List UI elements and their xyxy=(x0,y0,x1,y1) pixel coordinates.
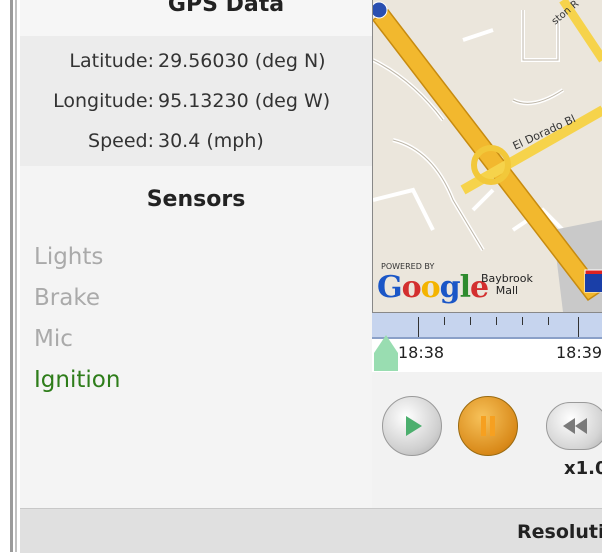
playback-controls: x1.0 xyxy=(372,372,602,508)
timeline-tick xyxy=(418,317,419,337)
timeline[interactable]: 18:38 18:39 xyxy=(372,313,602,371)
speed-value: 30.4 (mph) xyxy=(158,130,264,152)
timeline-tick xyxy=(470,317,471,325)
info-panel: GPS Data Latitude: 29.56030 (deg N) Long… xyxy=(20,0,372,508)
sensor-ignition: Ignition xyxy=(34,367,121,393)
timeline-track[interactable] xyxy=(372,313,602,339)
border-line xyxy=(10,0,13,552)
window-left-border xyxy=(0,0,20,552)
timeline-tick xyxy=(496,317,497,325)
sensor-brake: Brake xyxy=(34,285,100,311)
pause-icon xyxy=(481,416,495,436)
timeline-tick xyxy=(444,317,445,325)
status-bar: Resolution xyxy=(20,508,602,553)
time-label-2: 18:39 xyxy=(556,343,602,362)
longitude-label: Longitude: xyxy=(53,90,154,112)
play-button[interactable] xyxy=(382,396,442,456)
pause-button[interactable] xyxy=(458,396,518,456)
resolution-label: Resolution xyxy=(517,521,602,543)
place-label: Baybrook Mall xyxy=(481,272,533,297)
sensor-mic: Mic xyxy=(34,326,73,352)
latitude-value: 29.56030 (deg N) xyxy=(158,50,326,72)
border-line xyxy=(15,0,17,552)
gps-data-title: GPS Data xyxy=(20,0,372,36)
longitude-value: 95.13230 (deg W) xyxy=(158,90,331,112)
play-icon xyxy=(406,416,422,436)
sensors-title: Sensors xyxy=(20,166,372,234)
rewind-icon xyxy=(563,418,587,434)
sensors-list: Lights Brake Mic Ignition xyxy=(20,234,372,508)
timeline-marker-base[interactable] xyxy=(374,353,398,371)
timeline-tick xyxy=(578,317,579,337)
time-label-1: 18:38 xyxy=(398,343,445,362)
google-logo[interactable]: Google xyxy=(377,270,489,305)
sensor-lights: Lights xyxy=(34,244,104,270)
speed-label: Speed: xyxy=(88,130,154,152)
playback-speed[interactable]: x1.0 xyxy=(564,458,602,479)
timeline-position-marker[interactable] xyxy=(374,335,398,353)
timeline-tick xyxy=(522,317,523,325)
timeline-tick xyxy=(548,317,549,325)
gps-data-section: Latitude: 29.56030 (deg N) Longitude: 95… xyxy=(20,36,372,166)
latitude-label: Latitude: xyxy=(69,50,154,72)
rewind-button[interactable] xyxy=(546,402,602,450)
map-view[interactable]: El Dorado Bl ston R POWERED BY Google Ba… xyxy=(372,0,602,313)
